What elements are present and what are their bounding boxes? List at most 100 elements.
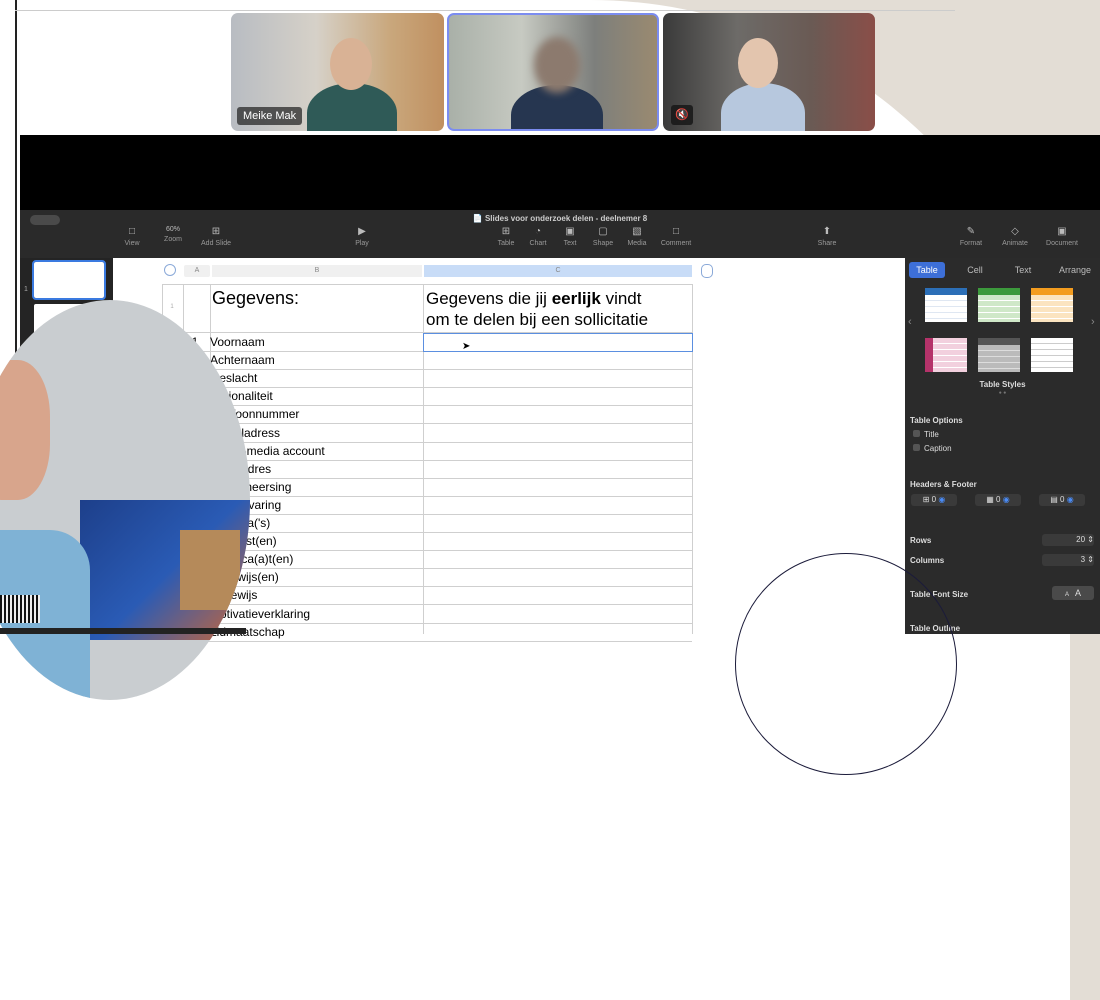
font-smaller-button[interactable]: A <box>1065 592 1069 598</box>
format-label: Format <box>959 240 983 247</box>
media-button[interactable]: ▧ Media <box>624 226 650 247</box>
header-cell-c[interactable]: Gegevens die jij eerlijk vindt om te dele… <box>426 288 648 330</box>
header-cell-b[interactable]: Gegevens: <box>212 288 299 309</box>
plus-icon: ⊞ <box>211 226 221 237</box>
column-c-label: C <box>555 267 561 274</box>
comment-icon: □ <box>672 226 680 237</box>
format-tabs: Table Cell Text Arrange <box>905 262 1100 278</box>
table-button[interactable]: ⊞ Table <box>494 226 518 247</box>
zoom-value: 60% <box>165 226 180 233</box>
header-rows-stepper[interactable]: ⊞ 0 ◉ <box>911 494 957 506</box>
column-a-label: A <box>194 267 200 274</box>
participant-head <box>738 38 778 88</box>
toolbar: 📄 Slides voor onderzoek delen - deelneme… <box>20 210 1100 259</box>
caption-checkbox[interactable]: Caption <box>913 444 952 453</box>
table-style-blue[interactable] <box>925 288 967 322</box>
table-icon: ⊞ <box>501 226 511 237</box>
participant-figure <box>721 83 805 131</box>
format-button[interactable]: ✎ Format <box>956 226 986 247</box>
animate-button[interactable]: ◇ Animate <box>998 226 1032 247</box>
text-label: Text <box>563 240 577 247</box>
footer-rows-value: 0 <box>1060 495 1065 504</box>
table-row[interactable]: 65Telefoonnummer <box>162 405 692 425</box>
styles-prev-icon[interactable]: ‹ <box>908 316 912 328</box>
window-title-text: Slides voor onderzoek delen - deelnemer … <box>484 214 648 223</box>
header-columns-stepper[interactable]: ▦ 0 ◉ <box>975 494 1021 506</box>
header-c-post: vindt <box>600 289 642 308</box>
barcode-icon <box>0 595 40 623</box>
participant-name: Meike Mak <box>237 107 303 125</box>
chart-button[interactable]: ◔ Chart <box>526 226 550 247</box>
chart-icon: ◔ <box>534 226 542 237</box>
row-number: 1 <box>170 304 174 310</box>
text-button[interactable]: ▣ Text <box>558 226 582 247</box>
tab-text[interactable]: Text <box>1005 262 1041 278</box>
view-label: View <box>124 240 140 247</box>
table-row[interactable]: 54Nationaliteit <box>162 387 692 407</box>
media-icon: ▧ <box>632 226 642 237</box>
document-button[interactable]: ▣ Document <box>1042 226 1082 247</box>
table-row[interactable]: 32Achternaam <box>162 351 692 371</box>
tab-table[interactable]: Table <box>909 262 945 278</box>
format-panel: Table Cell Text Arrange ‹ › Table Styles… <box>905 258 1100 634</box>
column-header-a[interactable]: A <box>184 265 210 277</box>
row-label-cell[interactable]: Achternaam <box>210 353 275 367</box>
rows-field[interactable]: 20 ⇕ <box>1042 534 1094 546</box>
document-label: Document <box>1046 240 1078 247</box>
tab-cell[interactable]: Cell <box>957 262 993 278</box>
table-style-plain[interactable] <box>1031 338 1073 372</box>
column-header-c[interactable]: C <box>424 265 692 277</box>
footer-rows-stepper[interactable]: ▤ 0 ◉ <box>1039 494 1085 506</box>
share-button[interactable]: ⬆ Share <box>814 226 840 247</box>
columns-field[interactable]: 3 ⇕ <box>1042 554 1094 566</box>
table-select-handle[interactable] <box>164 264 176 276</box>
checkbox-icon <box>913 444 920 451</box>
overlay-bottom-bar <box>0 628 246 634</box>
header-c-pre: Gegevens die jij <box>426 289 552 308</box>
stepper-icon: ◉ <box>938 495 946 504</box>
font-larger-button[interactable]: A <box>1075 588 1081 598</box>
divider <box>15 10 955 11</box>
headers-footer-heading: Headers & Footer <box>910 480 977 489</box>
add-slide-label: Add Slide <box>201 240 231 247</box>
row-label-cell[interactable]: Voornaam <box>210 335 265 349</box>
header-rows-value: 0 <box>931 495 937 504</box>
add-slide-button[interactable]: ⊞ Add Slide <box>196 226 236 247</box>
zoom-button[interactable]: 60% Zoom <box>158 226 188 243</box>
sidebar-icon: □ <box>128 226 136 237</box>
view-button[interactable]: □ View <box>120 226 144 247</box>
decorative-circle <box>735 553 957 775</box>
comment-label: Comment <box>660 240 692 247</box>
person-head <box>0 360 50 500</box>
table-row[interactable]: 43Geslacht <box>162 369 692 389</box>
participant-head-blurred <box>534 37 580 93</box>
table-style-green[interactable] <box>978 288 1020 322</box>
participant-video-2[interactable] <box>447 13 659 131</box>
shape-icon: ▢ <box>598 226 608 237</box>
title-checkbox[interactable]: Title <box>913 430 939 439</box>
shape-label: Shape <box>592 240 614 247</box>
window-title: 📄 Slides voor onderzoek delen - deelneme… <box>472 214 648 223</box>
column-header-b[interactable]: B <box>212 265 422 277</box>
tab-arrange[interactable]: Arrange <box>1053 262 1097 278</box>
styles-next-icon[interactable]: › <box>1091 316 1095 328</box>
animate-label: Animate <box>1002 240 1028 247</box>
slide-thumbnail-1[interactable] <box>32 260 106 300</box>
table-label: Table <box>497 240 515 247</box>
shape-button[interactable]: ▢ Shape <box>590 226 616 247</box>
header-columns-value: 0 <box>996 495 1001 504</box>
table-style-orange[interactable] <box>1031 288 1073 322</box>
play-button[interactable]: ▶ Play <box>350 226 374 247</box>
table-style-pink[interactable] <box>925 338 967 372</box>
slide-number: 1 <box>24 286 28 293</box>
table-style-gray[interactable] <box>978 338 1020 372</box>
comment-button[interactable]: □ Comment <box>656 226 696 247</box>
table-header-row[interactable]: 1 Gegevens: Gegevens die jij eerlijk vin… <box>162 284 692 333</box>
add-column-handle[interactable] <box>701 264 713 278</box>
stepper-icon: ◉ <box>1002 495 1010 504</box>
participant-video-1[interactable]: Meike Mak <box>231 13 444 131</box>
participant-head <box>330 38 372 90</box>
participant-video-3[interactable]: 🔇 <box>663 13 875 131</box>
animate-icon: ◇ <box>1011 226 1019 237</box>
zoom-label: Zoom <box>164 236 182 243</box>
